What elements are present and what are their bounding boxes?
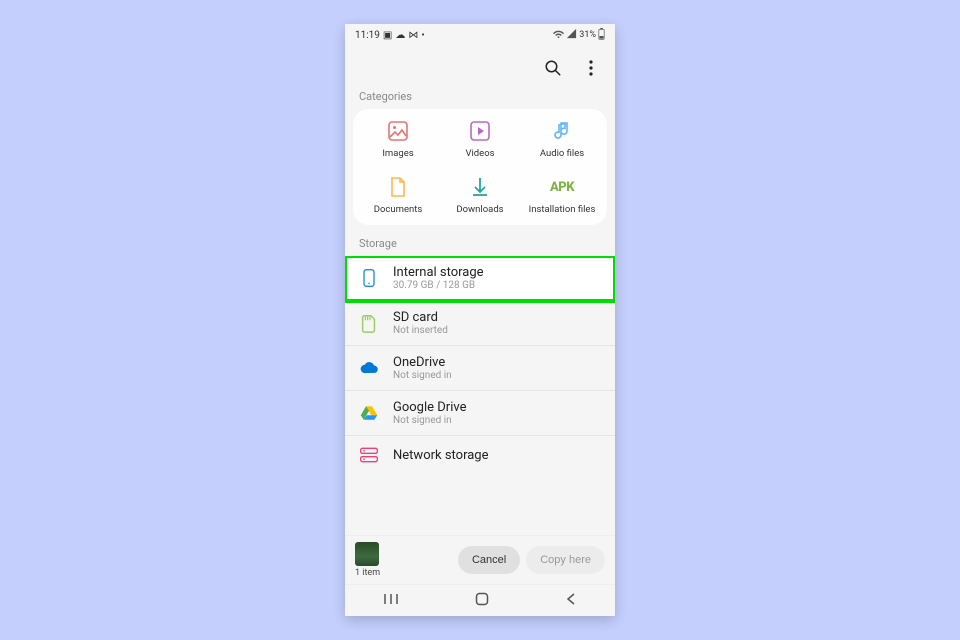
onedrive-icon — [359, 358, 379, 378]
storage-list: Internal storage 30.79 GB / 128 GB SD ca… — [345, 256, 615, 535]
storage-item-title: Google Drive — [393, 400, 466, 415]
status-dot-icon: • — [421, 30, 424, 41]
nav-bar — [345, 584, 615, 616]
storage-onedrive[interactable]: OneDrive Not signed in — [345, 346, 615, 391]
googledrive-icon — [359, 403, 379, 423]
category-label: Downloads — [456, 204, 503, 215]
categories-section-label: Categories — [345, 90, 615, 109]
storage-sdcard[interactable]: SD card Not inserted — [345, 301, 615, 346]
storage-network[interactable]: Network storage — [345, 436, 615, 474]
selection-bar: 1 item Cancel Copy here — [345, 535, 615, 584]
download-icon — [468, 175, 492, 199]
sdcard-icon — [359, 313, 379, 333]
status-notif-icon: ▣ — [383, 30, 392, 41]
signal-icon — [566, 28, 577, 42]
storage-item-sub: 30.79 GB / 128 GB — [393, 280, 484, 291]
app-bar — [345, 46, 615, 90]
storage-item-sub: Not signed in — [393, 370, 452, 381]
storage-item-title: Internal storage — [393, 265, 484, 280]
storage-item-sub: Not inserted — [393, 325, 448, 336]
status-notif-icon-2: ☁ — [395, 30, 405, 41]
audio-icon — [550, 119, 574, 143]
phone-icon — [359, 268, 379, 288]
document-icon — [386, 175, 410, 199]
category-downloads[interactable]: Downloads — [439, 175, 521, 215]
storage-googledrive[interactable]: Google Drive Not signed in — [345, 391, 615, 436]
storage-section-label: Storage — [345, 237, 615, 256]
more-menu-button[interactable] — [581, 58, 601, 78]
category-images[interactable]: Images — [357, 119, 439, 159]
phone-frame: 11:19 ▣ ☁ ⋈ • 31% Categories — [345, 24, 615, 616]
video-icon — [468, 119, 492, 143]
storage-item-title: SD card — [393, 310, 448, 325]
status-bar: 11:19 ▣ ☁ ⋈ • 31% — [345, 24, 615, 46]
category-label: Audio files — [540, 148, 584, 159]
category-videos[interactable]: Videos — [439, 119, 521, 159]
battery-icon — [598, 28, 605, 43]
selection-thumbnail — [355, 542, 379, 566]
selection-indicator[interactable]: 1 item — [355, 542, 380, 578]
image-icon — [386, 119, 410, 143]
category-label: Documents — [374, 204, 423, 215]
nav-recents[interactable] — [383, 591, 399, 610]
category-installation[interactable]: APK Installation files — [521, 175, 603, 215]
category-audio[interactable]: Audio files — [521, 119, 603, 159]
cancel-button[interactable]: Cancel — [458, 546, 520, 574]
status-time: 11:19 — [355, 30, 380, 41]
copy-here-button[interactable]: Copy here — [526, 546, 605, 574]
categories-grid: Images Videos Audio files Documents Down… — [353, 109, 607, 225]
category-label: Images — [382, 148, 413, 159]
storage-internal[interactable]: Internal storage 30.79 GB / 128 GB — [345, 256, 615, 301]
storage-item-sub: Not signed in — [393, 415, 466, 426]
nav-back[interactable] — [565, 591, 577, 610]
status-bowtie-icon: ⋈ — [408, 30, 418, 41]
category-documents[interactable]: Documents — [357, 175, 439, 215]
apk-icon: APK — [550, 175, 574, 199]
storage-item-title: OneDrive — [393, 355, 452, 370]
search-button[interactable] — [543, 58, 563, 78]
wifi-icon — [553, 28, 564, 42]
battery-text: 31% — [579, 30, 596, 40]
storage-item-title: Network storage — [393, 448, 489, 463]
selection-count: 1 item — [355, 568, 380, 578]
nav-home[interactable] — [475, 591, 489, 610]
network-storage-icon — [359, 445, 379, 465]
category-label: Videos — [465, 148, 494, 159]
category-label: Installation files — [529, 204, 596, 215]
